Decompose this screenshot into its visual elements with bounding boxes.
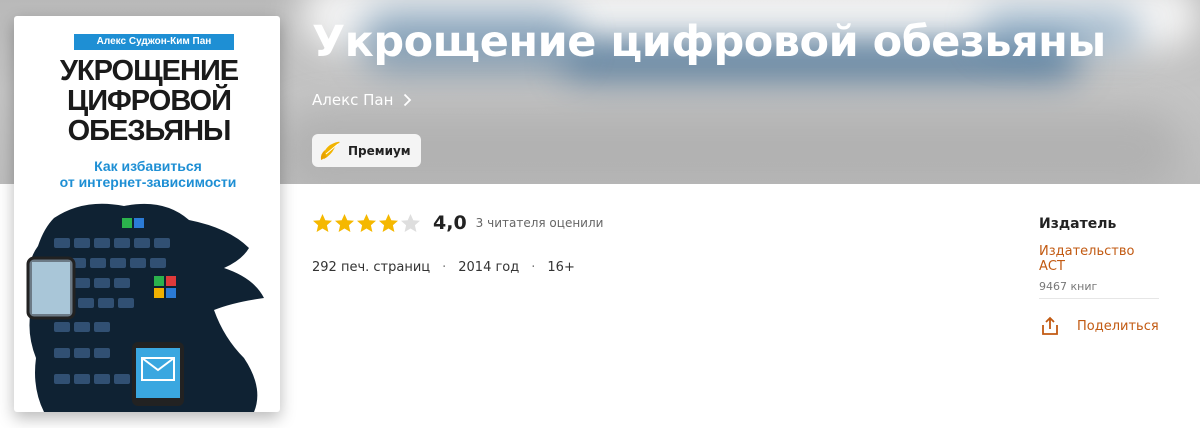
author-link[interactable]: Алекс Пан <box>312 90 412 110</box>
rating-stars[interactable] <box>312 213 421 234</box>
book-page: Алекс Суджон-Ким Пан УКРОЩЕНИЕ ЦИФРОВОЙ … <box>0 0 1200 428</box>
star-filled-icon[interactable] <box>378 213 399 234</box>
age-rating: 16+ <box>547 260 575 275</box>
share-icon <box>1042 316 1058 335</box>
share-button[interactable]: Поделиться <box>1040 316 1159 336</box>
cover-title: УКРОЩЕНИЕ ЦИФРОВОЙ ОБЕЗЬЯНЫ <box>59 55 239 147</box>
publisher-link[interactable]: Издательство АСТ <box>1039 244 1159 274</box>
page-count: 292 печ. страниц <box>312 260 431 275</box>
publisher-heading: Издатель <box>1039 216 1117 232</box>
book-cover[interactable]: Алекс Суджон-Ким Пан УКРОЩЕНИЕ ЦИФРОВОЙ … <box>14 16 280 412</box>
share-label: Поделиться <box>1077 318 1159 334</box>
cover-monkey-illustration <box>26 203 264 412</box>
premium-label: Премиум <box>348 143 411 158</box>
cover-author: Алекс Суджон-Ким Пан <box>74 34 234 50</box>
publication-year: 2014 год <box>458 260 520 275</box>
premium-badge[interactable]: Премиум <box>312 134 421 167</box>
author-name: Алекс Пан <box>312 91 394 109</box>
rating-value: 4,0 <box>433 212 467 234</box>
star-filled-icon[interactable] <box>356 213 377 234</box>
star-filled-icon[interactable] <box>312 213 333 234</box>
rating-count: 3 читателя оценили <box>475 216 604 230</box>
meta-separator: · <box>442 260 447 275</box>
book-title: Укрощение цифровой обезьяны <box>312 17 1106 67</box>
chevron-right-icon <box>404 93 412 107</box>
star-empty-icon[interactable] <box>400 213 421 234</box>
divider <box>1039 298 1159 299</box>
cover-subtitle: Как избавиться от интернет-зависимости <box>59 158 237 190</box>
rating-block: 4,0 3 читателя оценили <box>312 212 603 234</box>
meta-separator: · <box>531 260 536 275</box>
publisher-books-count: 9467 книг <box>1039 280 1098 293</box>
book-meta: 292 печ. страниц · 2014 год · 16+ <box>312 260 575 275</box>
publisher-panel: Издатель Издательство АСТ 9467 книг <box>1039 216 1159 293</box>
premium-laurel-icon <box>320 141 340 160</box>
star-filled-icon[interactable] <box>334 213 355 234</box>
